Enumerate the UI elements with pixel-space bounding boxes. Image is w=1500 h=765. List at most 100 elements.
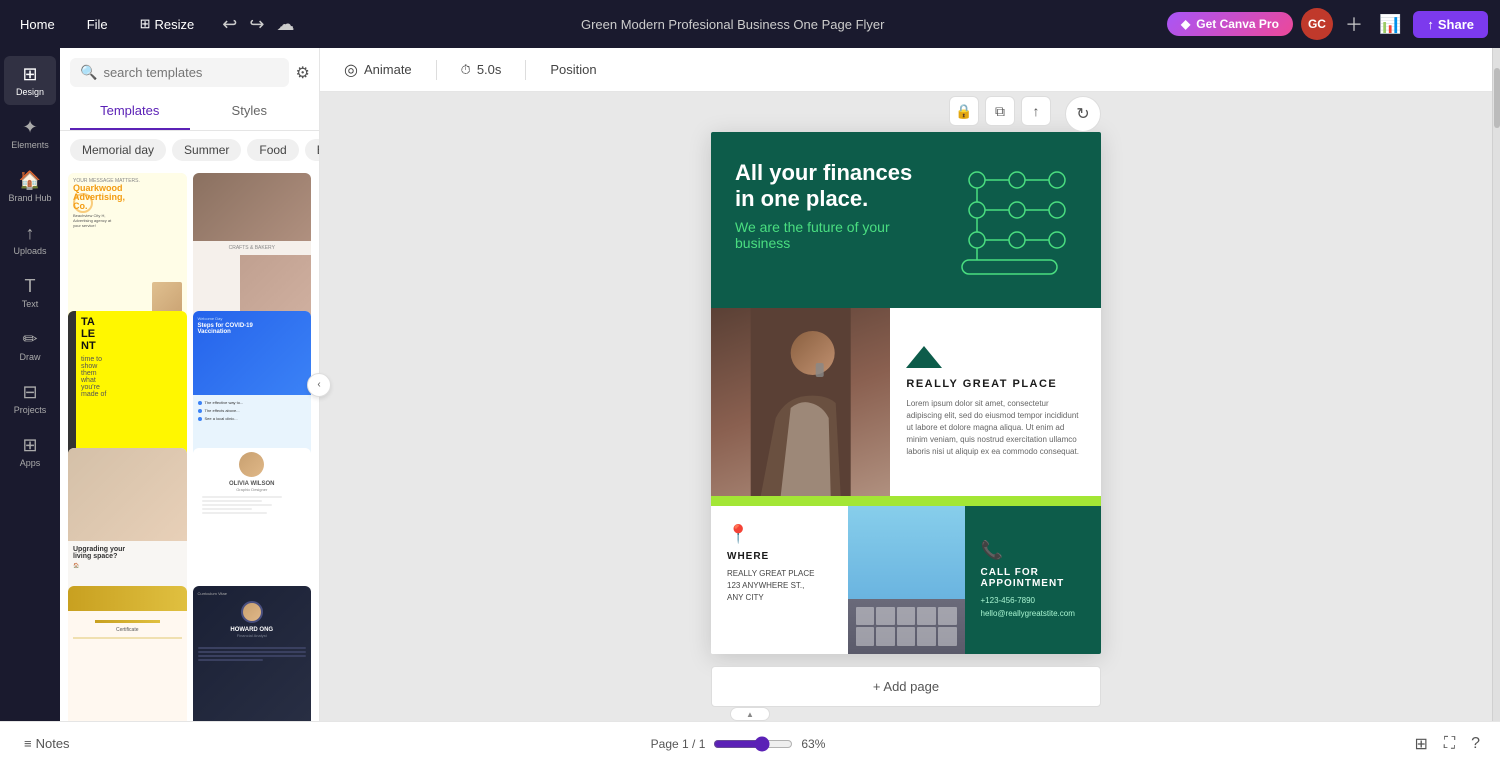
canva-pro-button[interactable]: ◆ Get Canva Pro [1167,12,1293,36]
collapse-handle[interactable]: ▲ [730,707,770,721]
sidebar-item-draw[interactable]: ✏ Draw [4,321,56,370]
page-info: Page 1 / 1 [651,737,706,751]
collapse-icon: ▲ [746,710,754,719]
position-button[interactable]: Position [542,58,604,81]
cloud-save-button[interactable]: ☁ [272,10,298,39]
duplicate-button[interactable]: ⧉ [985,96,1015,126]
share-button[interactable]: ↑ Share [1413,11,1488,38]
projects-icon: ⊟ [22,382,37,403]
refresh-button[interactable]: ↻ [1065,96,1101,132]
flyer-info: REALLY GREAT PLACE Lorem ipsum dolor sit… [890,308,1101,496]
topbar-right: ◆ Get Canva Pro GC ＋ 📊 ↑ Share [1167,7,1488,41]
add-page-button[interactable]: + Add page [711,666,1101,707]
duration-button[interactable]: ⏱ 5.0s [453,58,510,82]
building-visual [848,506,965,654]
separator-2 [525,60,526,80]
sidebar-item-label-text: Text [22,299,39,309]
share-icon: ↑ [1427,17,1434,32]
uploads-icon: ↑ [26,223,35,244]
tag-memorial-day[interactable]: Memorial day [70,139,166,161]
phone-icon: 📞 [981,540,1086,561]
sidebar-item-text[interactable]: T Text [4,268,56,317]
undo-redo-group: ↩ ↪ ☁ [218,10,298,39]
window [876,607,895,626]
sidebar-item-label-apps: Apps [20,458,41,468]
file-button[interactable]: File [79,13,116,36]
template-card-8[interactable]: Curriculum Vitae HOWARD ONG Financial An… [193,586,312,722]
resize-button[interactable]: ⊞ Resize [132,12,203,36]
flyer-call: 📞 CALL FOR APPOINTMENT +123-456-7890 hel… [965,506,1102,654]
help-button[interactable]: ? [1467,731,1484,757]
design-icon: ⊞ [22,64,37,85]
sidebar-item-uploads[interactable]: ↑ Uploads [4,215,56,264]
location-icon: 📍 [727,524,832,545]
company-description: Lorem ipsum dolor sit amet, consectetur … [906,398,1085,458]
text-icon: T [25,276,36,297]
call-contact: +123-456-7890 hello@reallygreatstite.com [981,595,1086,621]
flyer-headline: All your finances in one place. [735,160,947,213]
toolbar-secondary: ◎ Animate ⏱ 5.0s Position [320,48,1492,92]
more-options-button[interactable]: ↑ [1021,96,1051,126]
flyer-bottom: 📍 WHERE REALLY GREAT PLACE 123 ANYWHERE … [711,506,1101,654]
sidebar-item-label-uploads: Uploads [13,246,46,256]
flyer: All your finances in one place. We are t… [711,132,1101,654]
sidebar-item-label-draw: Draw [19,352,40,362]
grid-view-button[interactable]: ⊞ [1410,730,1431,758]
templates-panel: 🔍 ⚙ Templates Styles Memorial day Summer… [60,48,320,721]
topbar-left: Home File ⊞ Resize ↩ ↪ ☁ [12,10,298,39]
building-windows [852,603,961,650]
sidebar-item-apps[interactable]: ⊞ Apps [4,427,56,476]
scroll-thumb[interactable] [1494,68,1500,128]
notes-icon: ≡ [24,736,32,751]
logo-svg [906,346,942,368]
flyer-tagline: We are the future of your business [735,219,947,251]
tag-blue[interactable]: Blue [305,139,319,161]
canvas-actions: 🔒 ⧉ ↑ ↻ [949,96,1101,132]
window [917,627,936,646]
analytics-button[interactable]: 📊 [1375,10,1405,39]
tab-styles[interactable]: Styles [190,93,310,130]
filter-button[interactable]: ⚙ [295,63,309,83]
window [917,607,936,626]
add-people-button[interactable]: ＋ [1341,7,1367,41]
undo-button[interactable]: ↩ [218,10,241,39]
sidebar-item-elements[interactable]: ✦ Elements [4,109,56,158]
draw-icon: ✏ [22,329,37,350]
main-layout: ⊞ Design ✦ Elements 🏠 Brand Hub ↑ Upload… [0,48,1500,721]
panel-collapse-button[interactable]: ‹ [307,373,331,397]
user-avatar[interactable]: GC [1301,8,1333,40]
window [856,627,875,646]
canvas-area: ◎ Animate ⏱ 5.0s Position 🔒 ⧉ ↑ ↻ [320,48,1492,721]
animate-button[interactable]: ◎ Animate [336,56,420,84]
sidebar-icons: ⊞ Design ✦ Elements 🏠 Brand Hub ↑ Upload… [0,48,60,721]
topbar: Home File ⊞ Resize ↩ ↪ ☁ Green Modern Pr… [0,0,1500,48]
elements-icon: ✦ [22,117,37,138]
search-bar: 🔍 ⚙ [60,48,319,93]
redo-button[interactable]: ↪ [245,10,268,39]
search-input[interactable] [103,65,279,80]
category-tags: Memorial day Summer Food Blue › [60,131,319,169]
flyer-hero-text: All your finances in one place. We are t… [735,160,947,251]
home-button[interactable]: Home [12,13,63,36]
right-scrollbar[interactable] [1492,48,1500,721]
tab-templates[interactable]: Templates [70,93,190,130]
flyer-container: 🔒 ⧉ ↑ ↻ All your finances in one place. [711,132,1101,707]
sidebar-item-brand-hub[interactable]: 🏠 Brand Hub [4,162,56,211]
canvas-scroll: 🔒 ⧉ ↑ ↻ All your finances in one place. [320,92,1492,721]
fullscreen-button[interactable]: ⛶ [1440,731,1459,757]
template-card-7[interactable]: Certificate [68,586,187,722]
call-heading: CALL FOR APPOINTMENT [981,567,1086,589]
zoom-level: 63% [801,737,837,751]
lock-button[interactable]: 🔒 [949,96,979,126]
sidebar-item-projects[interactable]: ⊟ Projects [4,374,56,423]
window [856,607,875,626]
flyer-hero-network [947,160,1077,280]
notes-button[interactable]: ≡ Notes [16,732,78,755]
tag-food[interactable]: Food [247,139,298,161]
sidebar-item-design[interactable]: ⊞ Design [4,56,56,105]
window [938,627,957,646]
page-slider[interactable] [713,736,793,752]
window [897,607,916,626]
person-silhouette [711,308,890,496]
tag-summer[interactable]: Summer [172,139,241,161]
